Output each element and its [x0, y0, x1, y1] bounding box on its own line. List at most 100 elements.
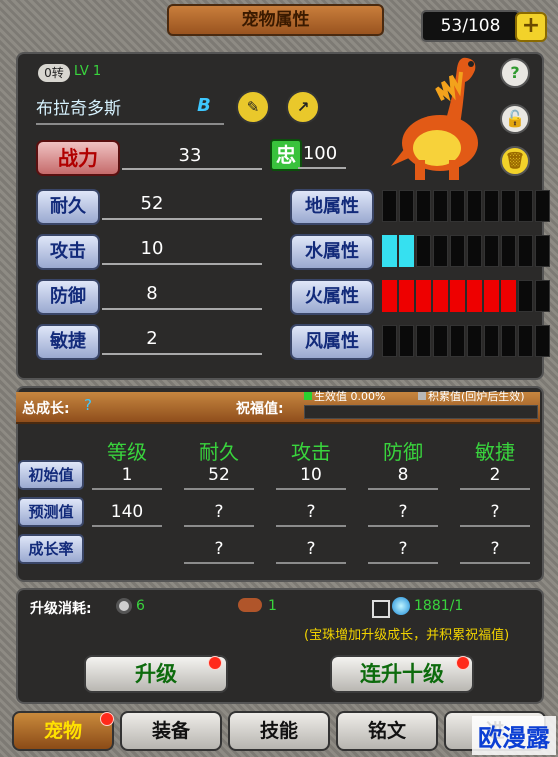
element-bar-cell: [433, 280, 448, 312]
table-line: [92, 488, 162, 490]
element-label-wind: 风属性: [290, 324, 374, 360]
element-label-water: 水属性: [290, 234, 374, 270]
col-head-defense: 防御: [383, 440, 423, 464]
element-bar-cell: [467, 235, 482, 267]
stat-underline: [102, 218, 262, 220]
trash-icon[interactable]: 🗑: [500, 146, 530, 176]
gear-icon: [116, 598, 132, 614]
element-bar-cell: [501, 235, 516, 267]
element-bar-cell: [535, 190, 550, 222]
meat-icon: [238, 598, 262, 612]
table-cell: ?: [490, 502, 500, 522]
element-bar-cell: [535, 235, 550, 267]
element-bar-cell: [467, 280, 482, 312]
gear-cost: 6: [136, 598, 145, 614]
stat-label-attack: 攻击: [36, 234, 100, 270]
upgrade-button[interactable]: 升级: [84, 655, 228, 693]
element-bar-water: [382, 235, 550, 267]
table-line: [460, 525, 530, 527]
element-bar-cell: [382, 325, 397, 357]
element-bar-cell: [535, 325, 550, 357]
gem-cost: 1881/1: [414, 598, 464, 614]
gem-icon: [392, 597, 410, 615]
row-label-initial[interactable]: 初始值: [18, 460, 84, 490]
power-underline: [122, 168, 262, 170]
element-bar-cell: [450, 325, 465, 357]
table-line: [460, 562, 530, 564]
bless-legend-green-swatch: [304, 392, 312, 400]
element-bar-cell: [484, 190, 499, 222]
stat-value-attack: 10: [140, 238, 164, 259]
stat-label-endurance: 耐久: [36, 189, 100, 225]
element-bar-cell: [382, 280, 397, 312]
stat-label-defense: 防御: [36, 279, 100, 315]
tab-pet[interactable]: 宠物: [12, 711, 114, 751]
upgrade-hint: (宝珠增加升级成长，并积累祝福值): [304, 628, 510, 643]
table-cell: ?: [398, 502, 408, 522]
element-bar-cell: [416, 235, 431, 267]
element-bar-cell: [467, 190, 482, 222]
element-bar-cell: [382, 235, 397, 267]
element-bar-cell: [416, 325, 431, 357]
table-line: [276, 488, 346, 490]
element-bar-cell: [382, 190, 397, 222]
upgrade-ten-button[interactable]: 连升十级: [330, 655, 474, 693]
add-button[interactable]: +: [515, 12, 547, 42]
share-icon[interactable]: ↗: [286, 90, 320, 124]
element-bar-cell: [484, 280, 499, 312]
element-label-fire: 火属性: [290, 279, 374, 315]
total-growth-label: 总成长:: [22, 401, 70, 417]
bless-legend-gray-swatch: [418, 392, 426, 400]
table-line: [184, 562, 254, 564]
element-bar-cell: [501, 190, 516, 222]
row-label-predicted[interactable]: 预测值: [18, 497, 84, 527]
edit-icon[interactable]: ✎: [236, 90, 270, 124]
element-bar-fire: [382, 280, 550, 312]
table-line: [92, 525, 162, 527]
element-bar-cell: [501, 280, 516, 312]
table-cell: 8: [397, 465, 409, 485]
table-line: [368, 488, 438, 490]
table-cell: 2: [489, 465, 501, 485]
col-head-attack: 攻击: [291, 440, 331, 464]
window-title: 宠物属性: [167, 4, 384, 36]
name-badge: B: [197, 95, 211, 116]
tab-inscription[interactable]: 铭文: [336, 711, 438, 751]
rebirth-badge: 0转: [38, 64, 70, 82]
meat-cost: 1: [268, 598, 277, 614]
element-bar-cell: [399, 190, 414, 222]
element-bar-cell: [399, 325, 414, 357]
total-growth-value: ?: [84, 396, 92, 414]
element-bar-cell: [501, 325, 516, 357]
element-bar-cell: [484, 235, 499, 267]
unlock-icon[interactable]: 🔓: [500, 104, 530, 134]
tab-skills[interactable]: 技能: [228, 711, 330, 751]
table-cell: ?: [398, 539, 408, 559]
element-bar-cell: [518, 235, 533, 267]
watermark: 欧漫露: [472, 716, 556, 755]
col-head-agility: 敏捷: [475, 440, 515, 464]
gem-checkbox[interactable]: [372, 600, 390, 618]
pet-count: 53/108: [421, 10, 520, 42]
loyalty-underline: [298, 167, 346, 169]
row-label-growth-rate[interactable]: 成长率: [18, 534, 84, 564]
table-cell: 10: [300, 465, 322, 485]
table-cell: ?: [214, 539, 224, 559]
table-line: [460, 488, 530, 490]
bless-legend-gray: 积累值(回炉后生效): [428, 390, 525, 403]
power-label: 战力: [36, 140, 120, 176]
bless-label: 祝福值:: [236, 401, 284, 417]
element-label-earth: 地属性: [290, 189, 374, 225]
tab-pet-alert-dot: [100, 712, 114, 726]
help-icon[interactable]: ?: [500, 58, 530, 88]
element-bar-cell: [399, 280, 414, 312]
table-cell: ?: [306, 539, 316, 559]
element-bar-cell: [518, 280, 533, 312]
table-line: [368, 525, 438, 527]
col-head-endurance: 耐久: [199, 440, 239, 464]
element-bar-cell: [433, 325, 448, 357]
tab-equipment[interactable]: 装备: [120, 711, 222, 751]
table-line: [276, 562, 346, 564]
table-cell: 1: [121, 465, 133, 485]
table-cell: ?: [490, 539, 500, 559]
